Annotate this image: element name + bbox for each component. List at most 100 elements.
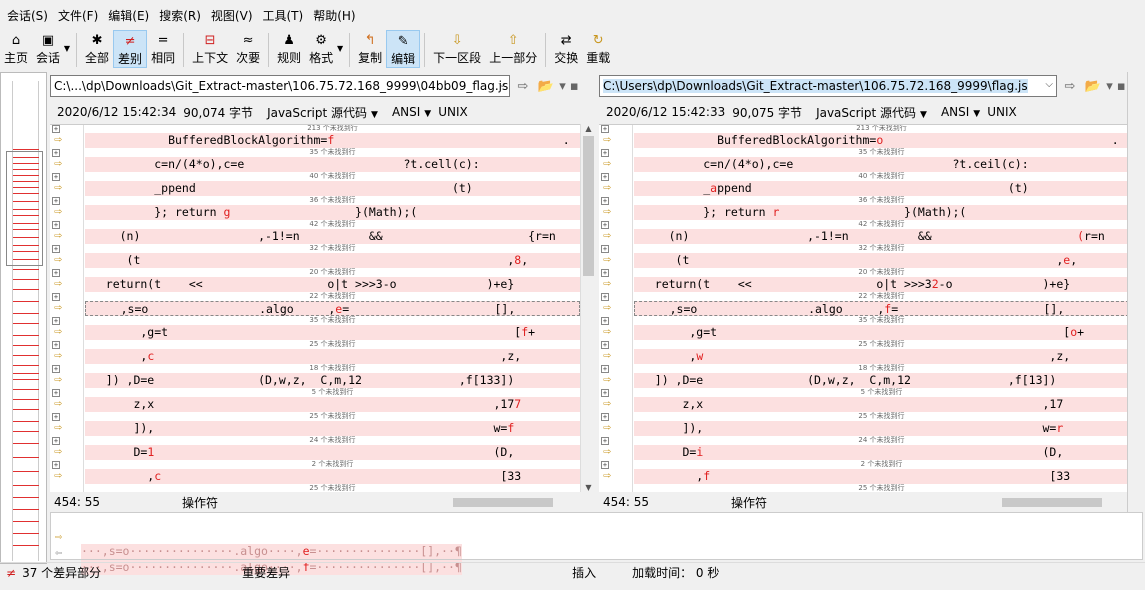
chevron-down-icon[interactable]: ▼ [337,44,343,53]
diff-arrow-icon[interactable]: ⇨ [603,133,617,146]
code-line[interactable]: ]) ,D=e (D,w,z, C,m,12 ,f[133]) [85,373,580,388]
diff-arrow-icon[interactable]: ⇨ [54,157,68,170]
diff-arrow-icon[interactable]: ⇨ [603,205,617,218]
code-line[interactable]: }; return g }(Math);( [85,205,580,220]
context-button[interactable]: ⊟ 上下文 [188,30,232,68]
diff-arrow-icon[interactable]: ⇨ [54,229,68,242]
right-encoding-select[interactable]: ANSI ▼ [934,105,980,119]
diff-arrow-icon[interactable]: ⇨ [603,421,617,434]
folder-icon[interactable]: 📂 [1083,79,1103,94]
show-all-button[interactable]: ✱ 全部 [81,30,113,68]
diff-arrow-icon[interactable]: ⇨ [603,301,617,314]
diff-arrow-icon[interactable]: ⇨ [54,325,68,338]
code-line[interactable]: D=1 (D, [85,445,580,460]
copy-button[interactable]: ↰ 复制 [354,30,386,68]
code-line[interactable]: ,s=o .algo ,f= [], [634,301,1127,316]
prev-section-button[interactable]: ⇧ 上一部分 [485,30,541,68]
code-line[interactable]: BufferedBlockAlgorithm=o . [634,133,1127,148]
reload-button[interactable]: ↻ 重载 [582,30,614,68]
diff-arrow-icon[interactable]: ⇨ [54,253,68,266]
show-diff-button[interactable]: ≠ 差别 [113,30,148,68]
code-line[interactable]: ,c ,z, [85,349,580,364]
code-line[interactable]: z,x ,17 [634,397,1127,412]
right-type-select[interactable]: JavaScript 源代码 ▼ [809,104,927,121]
code-line[interactable]: ,g=t [f+ [85,325,580,340]
code-line[interactable]: }; return r }(Math);( [634,205,1127,220]
code-line[interactable]: ,w ,z, [634,349,1127,364]
right-path-input[interactable]: C:\Users\dp\Downloads\Git_Extract-master… [599,75,1057,97]
diff-arrow-icon[interactable]: ⇨ [603,469,617,482]
left-encoding-select[interactable]: ANSI ▼ [385,105,431,119]
diff-arrow-icon[interactable]: ⇨ [54,373,68,386]
diff-arrow-icon[interactable]: ⇨ [54,469,68,482]
chevron-down-icon[interactable]: ⌵ [498,79,506,90]
next-section-button[interactable]: ⇩ 下一区段 [429,30,485,68]
chevron-down-icon[interactable]: ⌵ [1045,79,1053,90]
diff-arrow-icon[interactable]: ⇨ [54,301,68,314]
right-code-view[interactable]: +213 个未找到行 ⇨ BufferedBlockAlgorithm=o . +3… [599,124,1127,492]
code-line[interactable]: c=n/(4*o),c=e ?t.ceil(c): [634,157,1127,172]
diff-arrow-icon[interactable]: ⇨ [54,349,68,362]
code-line[interactable]: c=n/(4*o),c=e ?t.cell(c): [85,157,580,172]
code-line[interactable]: ,f [33 [634,469,1127,484]
left-vertical-scrollbar[interactable]: ▲ ▼ [580,124,595,492]
code-line[interactable]: return(t << o|t >>>32-o )+e} [634,277,1127,292]
diff-arrow-icon[interactable]: ⇨ [54,181,68,194]
save-icon[interactable]: ▾ ▪ [1106,79,1126,94]
left-type-select[interactable]: JavaScript 源代码 ▼ [260,104,378,121]
right-vertical-scrollbar[interactable] [1127,72,1145,512]
left-path-input[interactable]: C:\...\dp\Downloads\Git_Extract-master\1… [50,75,510,97]
folder-icon[interactable]: 📂 [536,79,556,94]
diff-arrow-icon[interactable]: ⇨ [603,373,617,386]
diff-arrow-icon[interactable]: ⇨ [603,325,617,338]
diff-arrow-icon[interactable]: ⇨ [54,205,68,218]
rules-button[interactable]: ♟ 规则 [273,30,305,68]
code-line[interactable]: BufferedBlockAlgorithm=f . [85,133,580,148]
next-file-icon[interactable]: ⇨ [1060,79,1080,94]
code-line[interactable]: _append (t) [634,181,1127,196]
diff-arrow-icon[interactable]: ⇨ [54,277,68,290]
code-line[interactable]: D=i (D, [634,445,1127,460]
code-line[interactable]: z,x ,177 [85,397,580,412]
code-line[interactable]: ,g=t [o+ [634,325,1127,340]
diff-arrow-icon[interactable]: ⇨ [54,133,68,146]
code-line[interactable]: ]), w=r [634,421,1127,436]
session-button[interactable]: ▣ 会话 ▼ [32,30,70,68]
code-line[interactable]: ]), w=f [85,421,580,436]
diff-arrow-icon[interactable]: ⇨ [603,397,617,410]
code-line[interactable]: ]) ,D=e (D,w,z, C,m,12 ,f[13]) [634,373,1127,388]
save-icon[interactable]: ▾ ▪ [559,79,579,94]
code-line[interactable]: ,s=o .algo ,e= [], [85,301,580,316]
diff-overview-map[interactable] [0,72,47,564]
diff-arrow-icon[interactable]: ⇨ [603,445,617,458]
menu-session[interactable]: 会话(S) [2,7,53,24]
menu-edit[interactable]: 编辑(E) [103,7,154,24]
diff-arrow-icon[interactable]: ⇨ [603,277,617,290]
diff-arrow-icon[interactable]: ⇨ [54,445,68,458]
diff-arrow-icon[interactable]: ⇨ [603,253,617,266]
menu-tools[interactable]: 工具(T) [258,7,309,24]
menu-view[interactable]: 视图(V) [206,7,258,24]
menu-search[interactable]: 搜索(R) [154,7,206,24]
code-line[interactable]: ,c [33 [85,469,580,484]
code-line[interactable]: (t ,e, [634,253,1127,268]
left-horizontal-scrollbar[interactable] [445,496,580,508]
chevron-down-icon[interactable]: ▼ [64,44,70,53]
code-line[interactable]: (t ,8, [85,253,580,268]
edit-button[interactable]: ✎ 编辑 [386,30,421,68]
code-line[interactable]: (n) ,-1!=n && (r=n [634,229,1127,244]
diff-arrow-icon[interactable]: ⇨ [603,157,617,170]
diff-arrow-icon[interactable]: ⇨ [603,229,617,242]
diff-arrow-icon[interactable]: ⇨ [54,421,68,434]
format-button[interactable]: ⚙ 格式 ▼ [305,30,343,68]
code-line[interactable]: return(t << o|t >>>3-o )+e} [85,277,580,292]
show-same-button[interactable]: = 相同 [147,30,179,68]
home-button[interactable]: ⌂ 主页 [0,30,32,68]
right-horizontal-scrollbar[interactable] [994,496,1129,508]
diff-arrow-icon[interactable]: ⇨ [603,349,617,362]
swap-button[interactable]: ⇄ 交换 [550,30,582,68]
left-code-view[interactable]: +213 个未找到行 ⇨ BufferedBlockAlgorithm=f . +3… [50,124,580,492]
next-file-icon[interactable]: ⇨ [513,79,533,94]
minor-button[interactable]: ≈ 次要 [232,30,264,68]
diff-arrow-icon[interactable]: ⇨ [603,181,617,194]
